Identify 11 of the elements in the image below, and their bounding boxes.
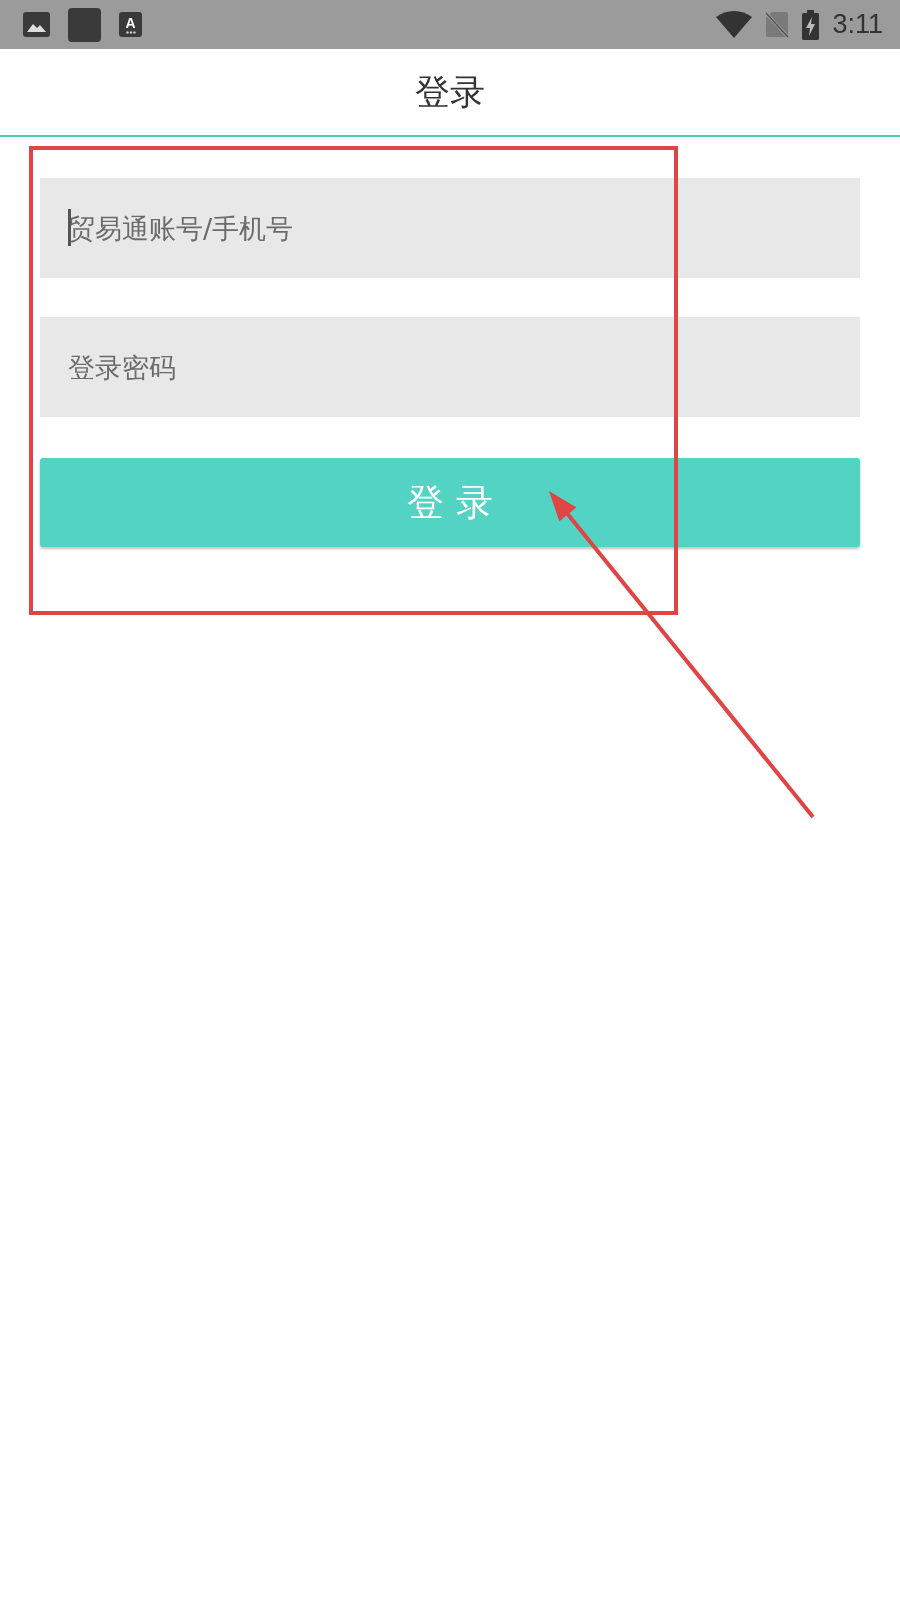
battery-charging-icon [802, 9, 820, 40]
wifi-icon [716, 11, 753, 38]
letter-icon: A [119, 12, 142, 37]
input-field[interactable]: 贸易通账号/手机号 [40, 178, 860, 278]
input-field[interactable]: 登录密码 [40, 317, 860, 417]
image-icon [23, 12, 50, 37]
no-sim-icon [765, 11, 790, 38]
app-icon [68, 7, 101, 42]
login-button[interactable]: 登 录 [40, 458, 860, 547]
page-title: 登录 [415, 71, 485, 113]
clock-time: 3:11 [832, 11, 883, 38]
